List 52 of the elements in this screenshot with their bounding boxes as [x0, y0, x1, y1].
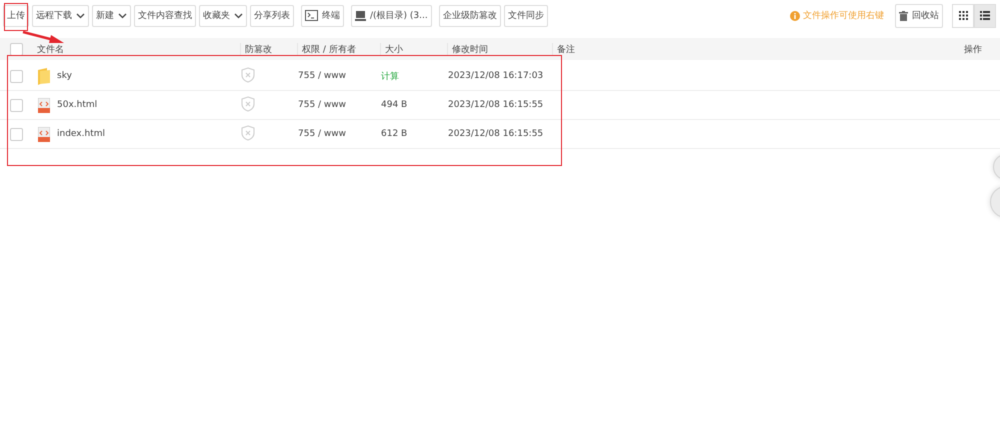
- shield-icon: [241, 96, 255, 112]
- recycle-bin-button[interactable]: 回收站: [895, 4, 943, 28]
- trash-icon: [899, 10, 908, 20]
- shield-icon: [241, 66, 255, 82]
- permission-text: 755 / www: [298, 129, 348, 139]
- size-text: 494 B: [381, 100, 408, 110]
- size-text: 612 B: [381, 129, 408, 139]
- annotation-box: [4, 3, 28, 31]
- view-toggle[interactable]: [974, 4, 996, 28]
- modified-time: 2023/12/08 16:15:55: [448, 129, 544, 139]
- folder-icon: [38, 68, 50, 84]
- file-name[interactable]: index.html: [57, 129, 105, 139]
- toolbar-button[interactable]: 文件同步: [504, 4, 548, 26]
- toolbar-button[interactable]: 上传: [3, 4, 29, 26]
- caret-icon: [118, 12, 127, 18]
- row-checkbox[interactable]: [10, 70, 23, 82]
- column-header: 操作: [963, 44, 983, 56]
- toolbar-button[interactable]: 终端: [301, 4, 344, 26]
- file-name[interactable]: sky: [57, 71, 72, 81]
- list-icon: [980, 11, 990, 20]
- toolbar-button[interactable]: 企业级防篡改: [438, 4, 501, 26]
- info-icon: [790, 10, 800, 20]
- toolbar-button[interactable]: /(根目录) (3...: [351, 4, 432, 26]
- file-name[interactable]: 50x.html: [57, 100, 98, 110]
- column-header: 权限 / 所有者: [297, 42, 380, 56]
- view-toggle[interactable]: [952, 4, 974, 28]
- toolbar-button[interactable]: 分享列表: [250, 4, 294, 26]
- column-header: 备注: [552, 42, 952, 56]
- modified-time: 2023/12/08 16:15:55: [448, 100, 544, 110]
- caret-icon: [76, 12, 85, 18]
- toolbar-button[interactable]: 新建: [92, 4, 131, 26]
- toolbar-button[interactable]: 远程下载: [32, 4, 89, 26]
- row-checkbox[interactable]: [10, 128, 23, 140]
- annotation-arrow: [22, 31, 64, 44]
- shield-icon: [241, 124, 255, 140]
- terminal-icon: [305, 10, 318, 21]
- column-header: 大小: [380, 42, 447, 56]
- column-header: 修改时间: [447, 42, 552, 56]
- caret-icon: [234, 12, 243, 18]
- toolbar-button[interactable]: 文件内容查找: [134, 4, 196, 26]
- permission-text: 755 / www: [298, 71, 348, 81]
- column-header: 文件名: [37, 44, 65, 56]
- modified-time: 2023/12/08 16:17:03: [448, 71, 544, 81]
- permission-text: 755 / www: [298, 100, 348, 110]
- grid-icon: [958, 11, 968, 20]
- html-file-icon: [38, 98, 50, 112]
- hint-text: 文件操作可使用右键: [790, 9, 884, 22]
- toolbar-button[interactable]: 收藏夹: [199, 4, 247, 26]
- select-all-checkbox[interactable]: [10, 42, 23, 56]
- row-checkbox[interactable]: [10, 98, 23, 112]
- column-header: 防篡改: [240, 42, 297, 56]
- html-file-icon: [38, 126, 50, 142]
